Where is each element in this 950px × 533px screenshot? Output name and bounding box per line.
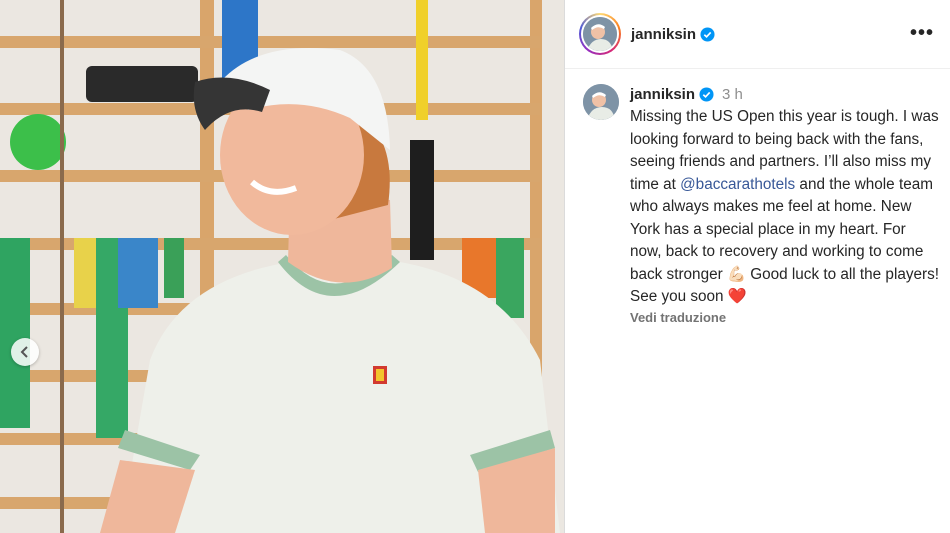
see-translation-link[interactable]: Vedi traduzione bbox=[630, 310, 726, 325]
post-photo bbox=[0, 0, 564, 533]
post-header: janniksin ••• bbox=[565, 0, 950, 69]
verified-badge-icon bbox=[699, 86, 714, 102]
chevron-left-icon bbox=[19, 346, 31, 358]
caption-avatar[interactable] bbox=[583, 84, 619, 120]
avatar bbox=[583, 17, 617, 51]
red-heart-emoji: ❤️ bbox=[727, 288, 747, 305]
post-timestamp[interactable]: 3 h bbox=[722, 86, 743, 103]
caption-username[interactable]: janniksin bbox=[630, 86, 695, 103]
caption-comment: janniksin 3 h Missing the US Open this y… bbox=[583, 84, 940, 327]
profile-avatar-ring[interactable] bbox=[579, 13, 621, 55]
header-username[interactable]: janniksin bbox=[631, 26, 696, 43]
mention-link[interactable]: @baccarathotels bbox=[680, 176, 795, 193]
flexed-biceps-emoji: 💪🏻 bbox=[726, 265, 746, 283]
more-options-icon[interactable]: ••• bbox=[910, 22, 934, 45]
verified-badge-icon bbox=[700, 26, 715, 42]
previous-photo-button[interactable] bbox=[11, 338, 39, 366]
caption-text: Missing the US Open this year is tough. … bbox=[630, 106, 940, 309]
post-details-panel: janniksin ••• janniksin 3 h Missing the … bbox=[564, 0, 950, 533]
